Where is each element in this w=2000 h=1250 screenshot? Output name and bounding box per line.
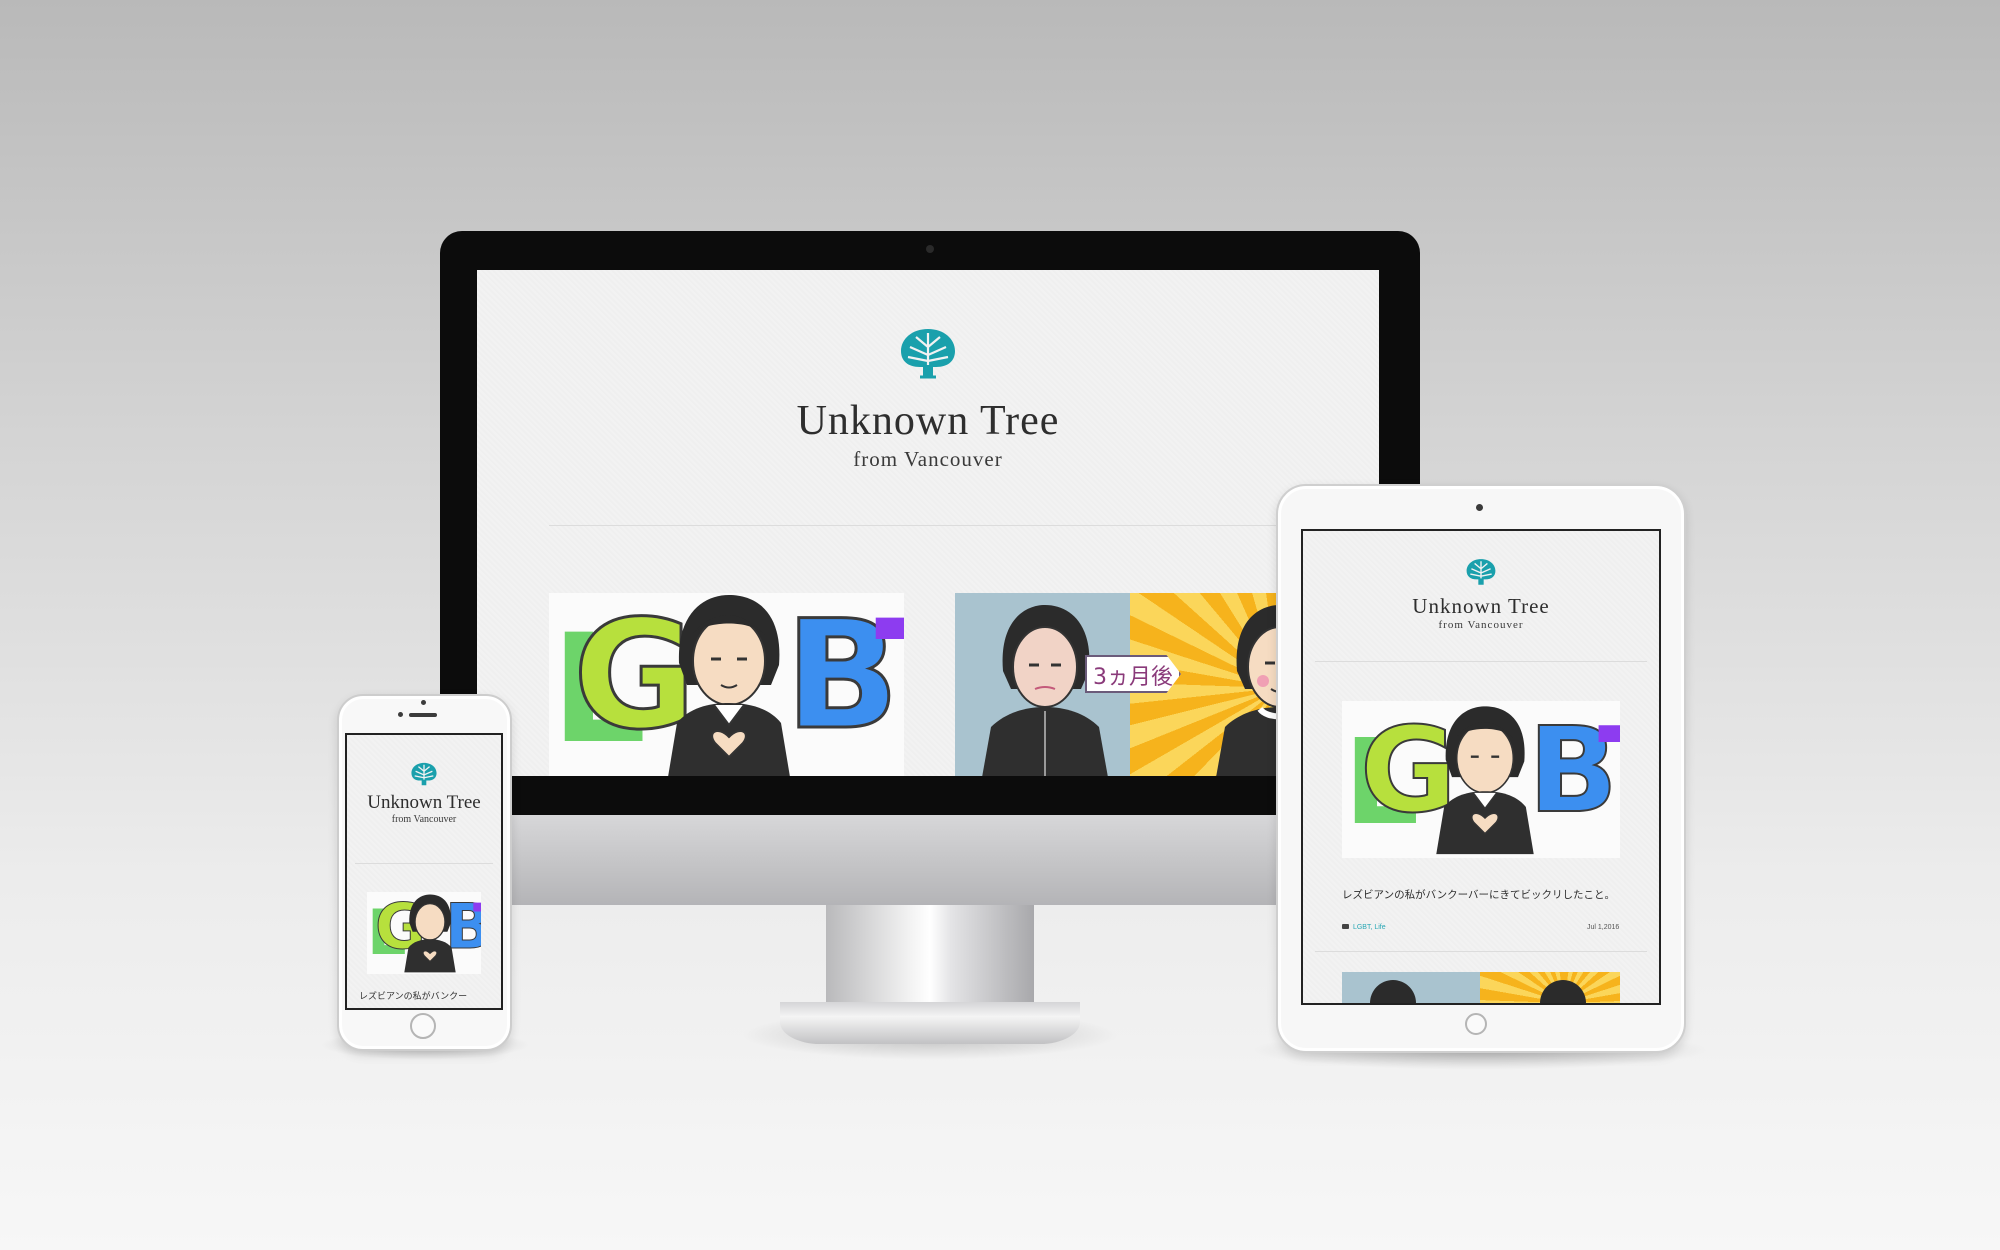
- character-illustration: [1436, 706, 1534, 855]
- mobile-screen[interactable]: Unknown Tree from Vancouver L G B T レズビア…: [345, 733, 503, 1010]
- folder-icon: [1342, 924, 1349, 929]
- tree-icon: [411, 762, 437, 786]
- banner-letter-t: T: [473, 896, 481, 958]
- post-divider: [1315, 951, 1647, 952]
- post-title[interactable]: レズビアンの私がバンクー: [359, 990, 495, 1004]
- site-title[interactable]: Unknown Tree: [1303, 594, 1659, 619]
- site-subtitle: from Vancouver: [1438, 619, 1524, 631]
- site-header: Unknown Tree from Vancouver: [347, 761, 501, 825]
- post-thumbnail[interactable]: L G B T: [1342, 701, 1620, 858]
- site-logo-link[interactable]: [1303, 557, 1659, 588]
- banner-letter-t: T: [875, 601, 904, 751]
- iphone-home-button[interactable]: [410, 1013, 436, 1039]
- site-header: Unknown Tree from Vancouver: [1303, 557, 1659, 631]
- post-thumbnail[interactable]: L G B T: [549, 593, 904, 776]
- monitor-stand: [826, 905, 1034, 1007]
- post-title[interactable]: レズビアンの私がバンクーバーにきてビックリしたこと。: [1342, 885, 1624, 905]
- ipad-camera: [1476, 504, 1483, 511]
- header-divider: [1315, 661, 1647, 662]
- post-categories: LGBT, Life: [1342, 924, 1386, 931]
- post-thumbnail[interactable]: [1342, 972, 1620, 1003]
- site-title[interactable]: Unknown Tree: [347, 792, 501, 814]
- iphone-speaker: [409, 713, 437, 717]
- monitor-camera: [926, 245, 934, 253]
- monitor-chin: [440, 815, 1420, 905]
- iphone-camera: [421, 700, 426, 705]
- site-title[interactable]: Unknown Tree: [477, 397, 1379, 445]
- header-divider: [549, 525, 1307, 526]
- site-header: Unknown Tree from Vancouver: [477, 325, 1379, 472]
- banner-letter-t: T: [1598, 711, 1620, 829]
- tablet-screen[interactable]: Unknown Tree from Vancouver L G B T レズビア…: [1301, 529, 1661, 1005]
- category-links[interactable]: LGBT, Life: [1353, 924, 1386, 931]
- post-date: Jul 1,2016: [1587, 924, 1620, 931]
- ipad-home-button[interactable]: [1465, 1013, 1487, 1035]
- site-logo-link[interactable]: [347, 761, 501, 788]
- site-subtitle: from Vancouver: [391, 814, 457, 825]
- post-thumbnail[interactable]: L G B T: [367, 892, 481, 974]
- character-illustration: [404, 894, 456, 973]
- iphone-sensor: [398, 712, 403, 717]
- site-logo-link[interactable]: [477, 325, 1379, 383]
- desktop-screen[interactable]: Unknown Tree from Vancouver L G B T: [477, 270, 1379, 776]
- tree-icon: [1466, 559, 1496, 585]
- tree-icon: [901, 329, 955, 379]
- character-illustration: [668, 595, 790, 776]
- site-subtitle: from Vancouver: [853, 447, 1003, 471]
- header-divider: [355, 863, 493, 864]
- time-caption: 3ヵ月後: [1093, 665, 1173, 690]
- monitor-base: [780, 1002, 1080, 1044]
